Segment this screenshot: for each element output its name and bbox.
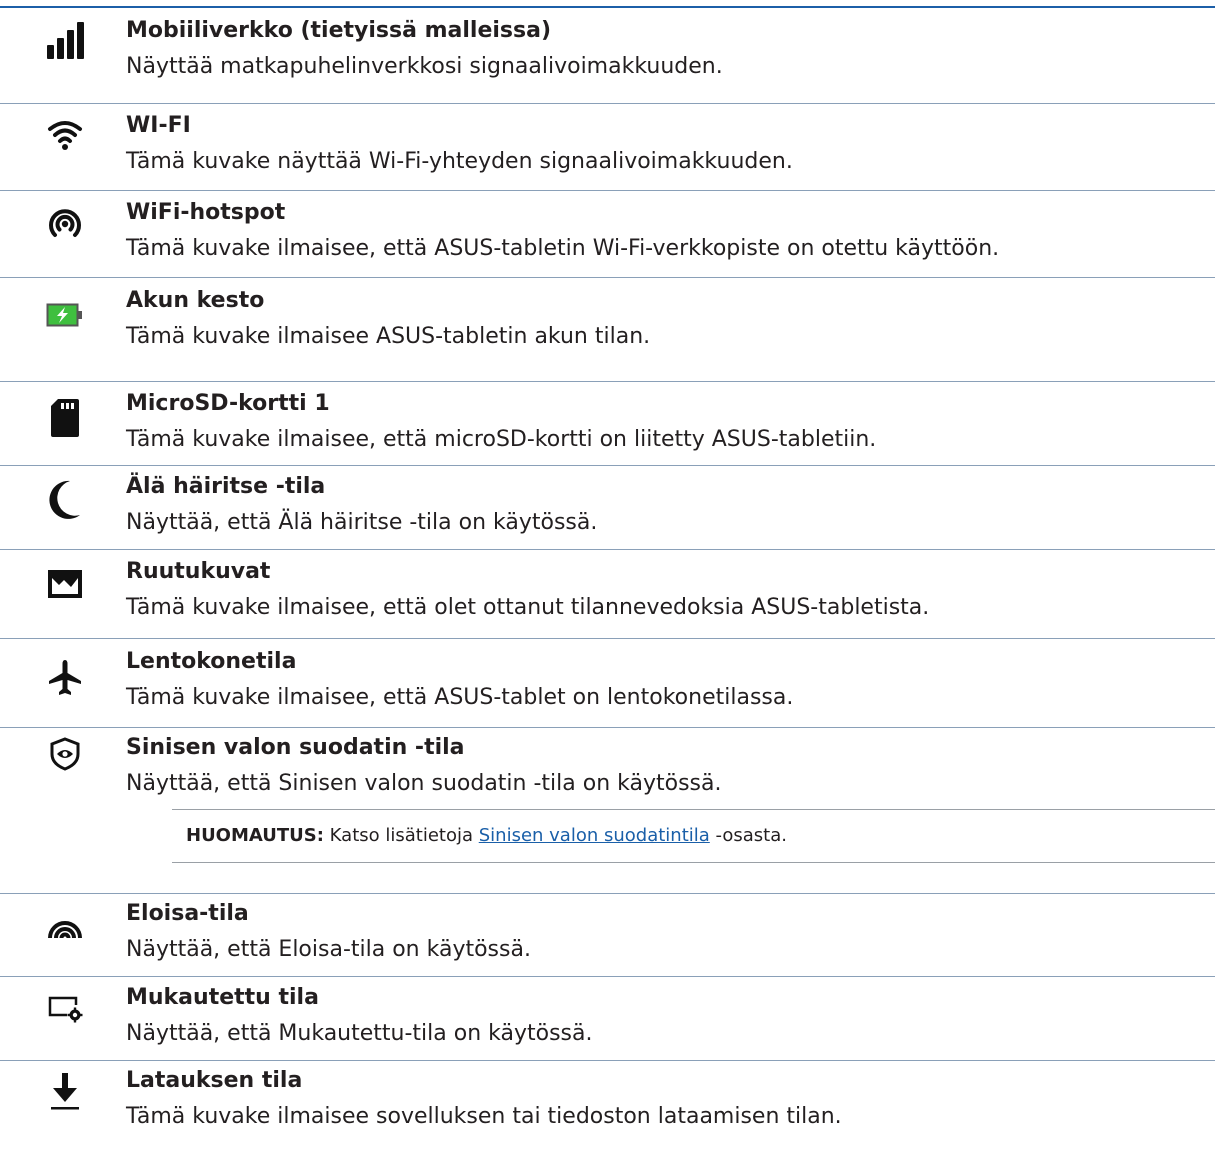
status-item-vivid-mode: Eloisa-tila Näyttää, että Eloisa-tila on… [0,897,1215,972]
cellular-signal-icon [40,16,90,66]
divider [0,893,1215,894]
custom-mode-icon [40,983,90,1033]
status-item-do-not-disturb: Älä häiritse -tila Näyttää, että Älä häi… [0,470,1215,545]
status-item-hotspot: WiFi-hotspot Tämä kuvake ilmaisee, että … [0,196,1215,276]
top-rule [0,6,1215,8]
item-title: Akun kesto [126,288,265,313]
status-item-download: Latauksen tila Tämä kuvake ilmaisee sove… [0,1064,1215,1144]
item-description: Näyttää, että Älä häiritse -tila on käyt… [126,510,598,535]
item-title: Mukautettu tila [126,985,319,1010]
eye-shield-icon [40,729,90,779]
wifi-icon [40,109,90,159]
item-title: WI-FI [126,113,191,138]
divider [0,976,1215,977]
item-description: Tämä kuvake ilmaisee, että microSD-kortt… [126,427,877,452]
item-title: Mobiiliverkko (tietyissä malleissa) [126,18,552,43]
item-title: Eloisa-tila [126,901,249,926]
note-text-before: Katso lisätietoja [323,825,479,846]
status-item-screenshots: Ruutukuvat Tämä kuvake ilmaisee, että ol… [0,555,1215,640]
divider [0,465,1215,466]
status-item-mobile-network: Mobiiliverkko (tietyissä malleissa) Näyt… [0,14,1215,104]
divider [0,381,1215,382]
vivid-mode-icon [40,901,90,951]
item-description: Näyttää matkapuhelinverkkosi signaalivoi… [126,54,723,79]
item-title: Sinisen valon suodatin -tila [126,735,465,760]
item-description: Näyttää, että Mukautettu-tila on käytöss… [126,1021,593,1046]
item-description: Tämä kuvake ilmaisee ASUS-tabletin akun … [126,324,651,349]
note-text-after: -osasta. [709,825,787,846]
item-description: Tämä kuvake ilmaisee sovelluksen tai tie… [126,1104,842,1129]
status-item-wifi: WI-FI Tämä kuvake näyttää Wi-Fi-yhteyden… [0,109,1215,189]
item-description: Näyttää, että Sinisen valon suodatin -ti… [126,771,722,796]
item-description: Tämä kuvake ilmaisee, että olet ottanut … [126,595,930,620]
battery-charging-icon [40,290,90,340]
moon-icon [40,474,90,524]
item-description: Tämä kuvake näyttää Wi-Fi-yhteyden signa… [126,149,793,174]
status-item-blue-light-filter: Sinisen valon suodatin -tila Näyttää, et… [0,731,1215,806]
divider [0,638,1215,639]
download-icon [40,1066,90,1116]
status-item-airplane: Lentokonetila Tämä kuvake ilmaisee, että… [0,645,1215,730]
note-box: HUOMAUTUS: Katso lisätietoja Sinisen val… [172,809,1215,863]
item-description: Näyttää, että Eloisa-tila on käytössä. [126,937,531,962]
sd-card-icon [40,393,90,443]
item-description: Tämä kuvake ilmaisee, että ASUS-tablet o… [126,685,794,710]
item-title: Latauksen tila [126,1068,303,1093]
divider [0,549,1215,550]
note-text: HUOMAUTUS: Katso lisätietoja Sinisen val… [186,810,787,862]
item-title: MicroSD-kortti 1 [126,391,330,416]
divider [0,1060,1215,1061]
hotspot-icon [40,198,90,248]
item-title: Lentokonetila [126,649,297,674]
item-description: Tämä kuvake ilmaisee, että ASUS-tabletin… [126,236,1000,261]
divider [0,103,1215,104]
note-label: HUOMAUTUS: [186,825,324,846]
item-title: WiFi-hotspot [126,200,286,225]
status-item-battery: Akun kesto Tämä kuvake ilmaisee ASUS-tab… [0,284,1215,374]
divider [0,190,1215,191]
item-title: Älä häiritse -tila [126,474,326,499]
divider [0,727,1215,728]
status-item-microsd: MicroSD-kortti 1 Tämä kuvake ilmaisee, e… [0,387,1215,472]
airplane-icon [40,653,90,703]
divider [0,277,1215,278]
status-item-custom-mode: Mukautettu tila Näyttää, että Mukautettu… [0,981,1215,1056]
item-title: Ruutukuvat [126,559,271,584]
blue-light-filter-link[interactable]: Sinisen valon suodatintila [479,825,710,846]
screenshot-image-icon [40,559,90,609]
